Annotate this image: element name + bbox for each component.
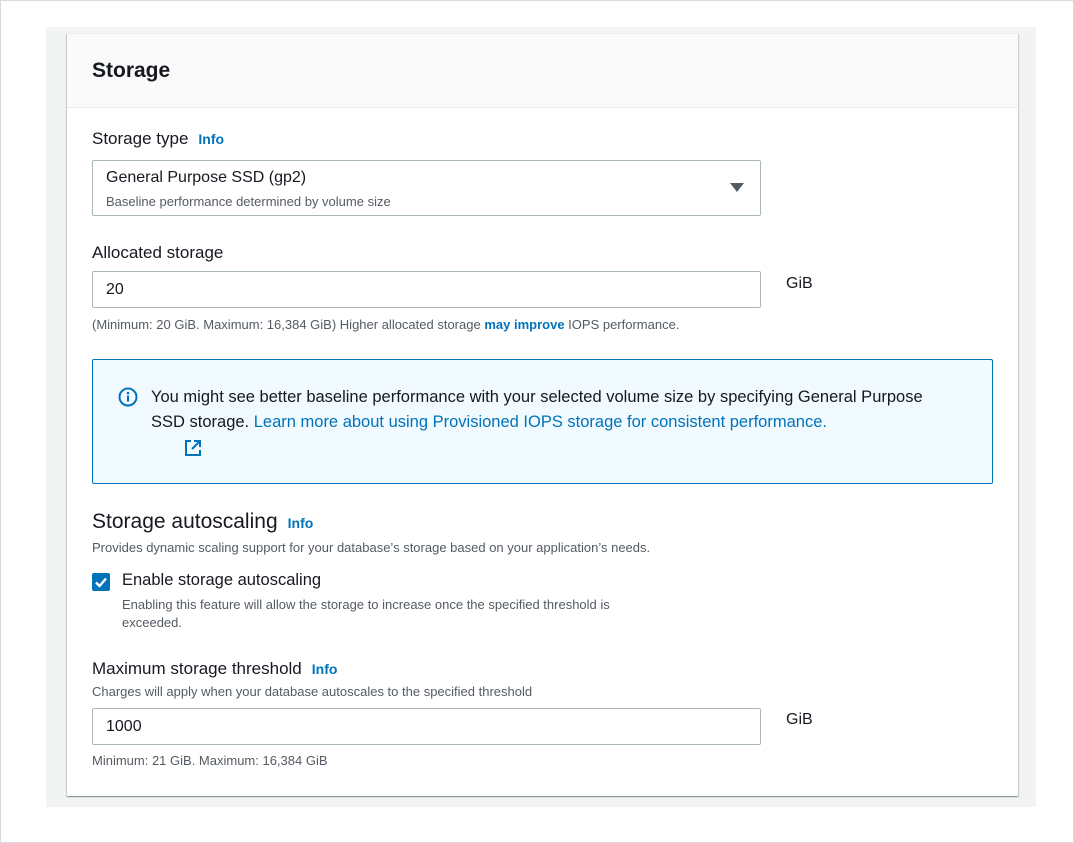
allocated-storage-input[interactable] xyxy=(92,271,761,308)
threshold-hint: Minimum: 21 GiB. Maximum: 16,384 GiB xyxy=(92,753,328,768)
threshold-label: Maximum storage threshold xyxy=(92,659,302,678)
info-circle-icon xyxy=(118,387,138,407)
allocated-storage-hint: (Minimum: 20 GiB. Maximum: 16,384 GiB) H… xyxy=(92,317,679,332)
storage-panel: Storage Storage type Info General Purpose… xyxy=(67,33,1018,796)
allocated-hint-prefix: (Minimum: 20 GiB. Maximum: 16,384 GiB) H… xyxy=(92,317,481,332)
allocated-hint-suffix: IOPS performance. xyxy=(568,317,680,332)
autoscaling-checkbox-desc-line1: Enabling this feature will allow the sto… xyxy=(122,597,610,612)
may-improve-link[interactable]: may improve xyxy=(484,317,564,332)
autoscaling-checkbox-desc-line2: exceeded. xyxy=(122,615,182,630)
autoscaling-info-link[interactable]: Info xyxy=(288,515,314,531)
external-link-icon[interactable] xyxy=(183,438,203,458)
storage-type-selected-desc: Baseline performance determined by volum… xyxy=(106,194,391,209)
autoscaling-title-row: Storage autoscaling Info xyxy=(92,510,313,534)
caret-down-icon xyxy=(730,183,744,192)
storage-type-info-link[interactable]: Info xyxy=(198,131,224,147)
autoscaling-title: Storage autoscaling xyxy=(92,510,278,533)
storage-type-select[interactable]: General Purpose SSD (gp2) Baseline perfo… xyxy=(92,160,761,216)
max-storage-threshold-input[interactable] xyxy=(92,708,761,745)
checkmark-icon xyxy=(95,577,107,588)
enable-autoscaling-label[interactable]: Enable storage autoscaling xyxy=(122,571,321,590)
storage-type-label-row: Storage type Info xyxy=(92,129,224,149)
threshold-info-link[interactable]: Info xyxy=(312,661,338,677)
threshold-unit: GiB xyxy=(786,711,813,728)
provisioned-iops-learn-more-link[interactable]: Learn more about using Provisioned IOPS … xyxy=(254,413,827,431)
allocated-storage-label: Allocated storage xyxy=(92,243,224,262)
allocated-storage-unit: GiB xyxy=(786,275,813,292)
autoscaling-desc: Provides dynamic scaling support for you… xyxy=(92,540,651,555)
threshold-desc: Charges will apply when your database au… xyxy=(92,684,533,699)
info-alert: You might see better baseline performanc… xyxy=(92,359,993,484)
panel-title: Storage xyxy=(92,59,171,82)
alert-message: You might see better baseline performanc… xyxy=(151,385,951,435)
storage-type-label: Storage type xyxy=(92,129,189,148)
threshold-label-row: Maximum storage threshold Info xyxy=(92,659,337,679)
storage-type-selected-value: General Purpose SSD (gp2) xyxy=(106,169,307,186)
panel-header: Storage xyxy=(67,34,1018,108)
enable-autoscaling-checkbox[interactable] xyxy=(92,573,110,591)
